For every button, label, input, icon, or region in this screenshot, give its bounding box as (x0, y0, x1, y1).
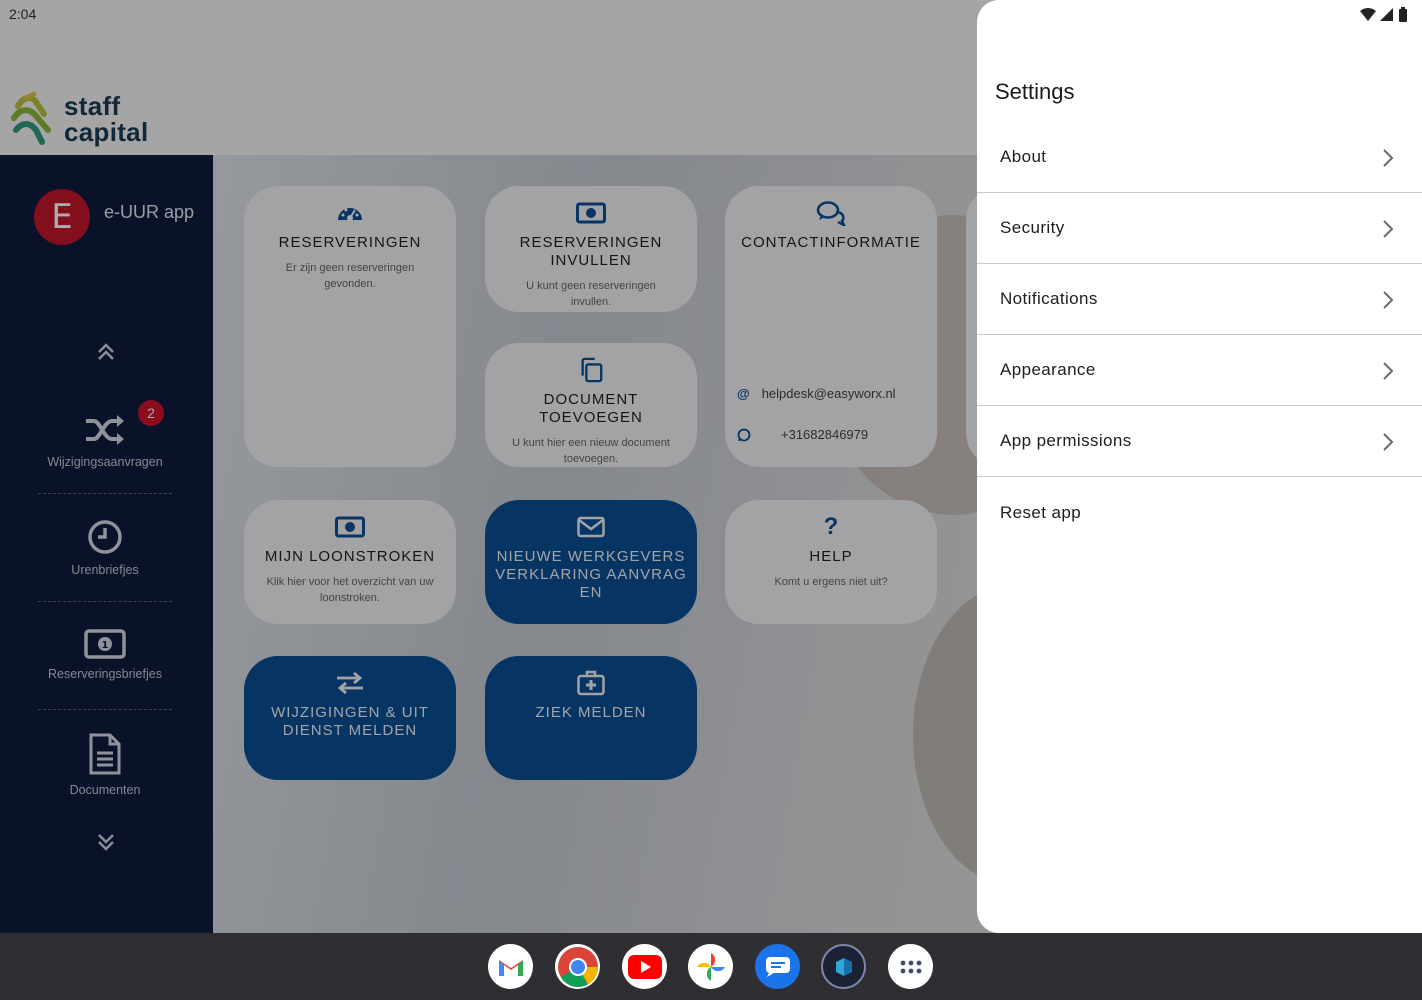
settings-item-notifications[interactable]: Notifications (977, 264, 1422, 335)
chrome-icon[interactable] (555, 944, 600, 989)
chevron-right-icon (1383, 149, 1394, 167)
cellular-signal-icon (1380, 7, 1393, 21)
settings-panel: Settings About Security Notifications Ap… (977, 0, 1422, 933)
settings-item-about[interactable]: About (977, 122, 1422, 193)
settings-title: Settings (995, 79, 1075, 104)
chevron-right-icon (1383, 291, 1394, 309)
chevron-right-icon (1383, 220, 1394, 238)
youtube-icon[interactable] (622, 944, 667, 989)
settings-item-app-permissions[interactable]: App permissions (977, 406, 1422, 477)
settings-item-label: Appearance (1000, 360, 1096, 379)
settings-item-label: App permissions (1000, 431, 1132, 450)
wifi-icon (1360, 7, 1376, 21)
chevron-right-icon (1383, 362, 1394, 380)
settings-list: About Security Notifications Appearance … (977, 122, 1422, 548)
messages-icon[interactable] (755, 944, 800, 989)
settings-item-label: Reset app (1000, 502, 1082, 522)
taskbar (0, 933, 1422, 1000)
settings-item-appearance[interactable]: Appearance (977, 335, 1422, 406)
settings-item-label: About (1000, 147, 1047, 166)
battery-icon (1399, 7, 1407, 22)
easyworx-icon[interactable] (821, 944, 866, 989)
settings-item-label: Security (1000, 218, 1065, 237)
settings-item-label: Notifications (1000, 289, 1098, 308)
chevron-right-icon (1383, 433, 1394, 451)
gmail-icon[interactable] (488, 944, 533, 989)
system-status-icons (1360, 7, 1408, 22)
settings-item-security[interactable]: Security (977, 193, 1422, 264)
settings-item-reset-app[interactable]: Reset app (977, 477, 1422, 548)
app-drawer-icon[interactable] (888, 944, 933, 989)
photos-icon[interactable] (688, 944, 733, 989)
